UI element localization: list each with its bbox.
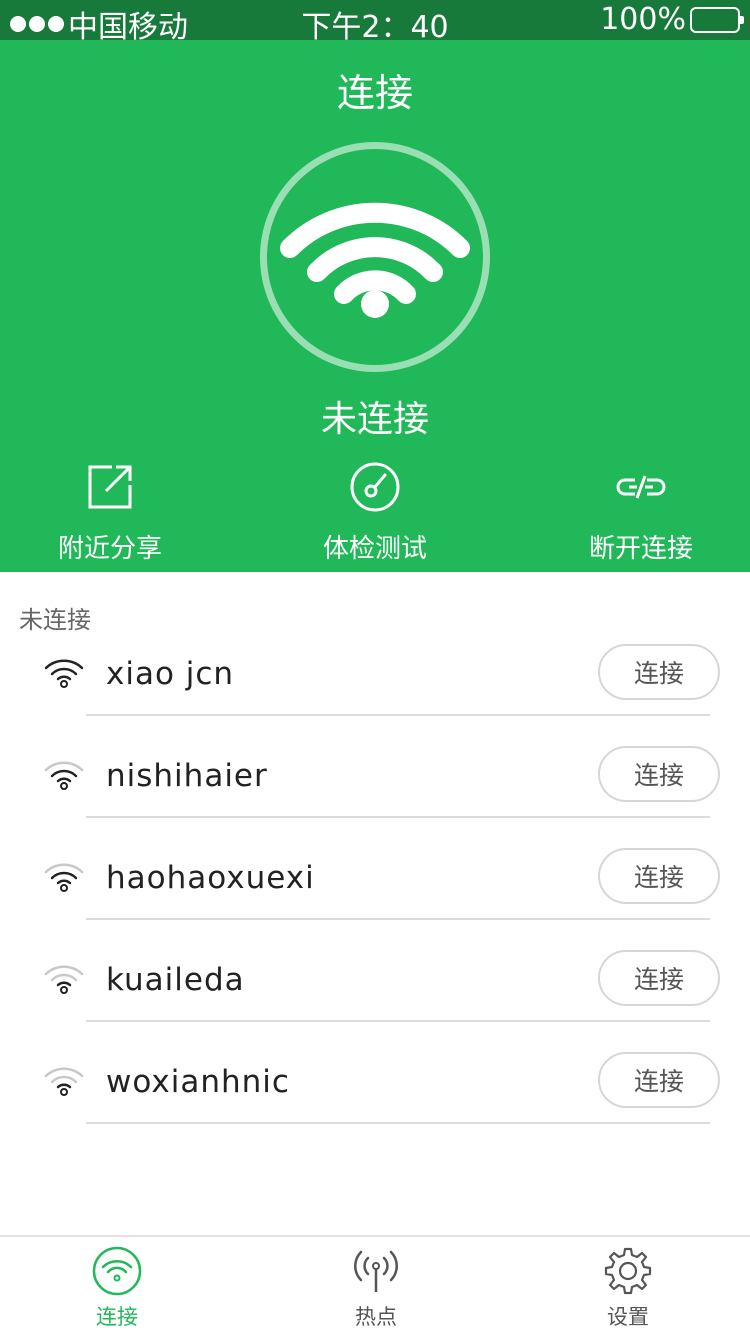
health-check-label: 体检测试	[322, 534, 427, 564]
tab-hotspot[interactable]: 热点	[306, 1245, 446, 1331]
battery-percent: 100%	[600, 2, 686, 37]
connection-header: 连接 未连接 附近分享 体检测试 断开连接	[0, 40, 750, 572]
connect-button[interactable]: 连接	[598, 950, 720, 1006]
wifi-signal-icon	[44, 659, 84, 688]
disconnect-button[interactable]: 断开连接	[531, 460, 750, 565]
wifi-status-ring[interactable]	[260, 142, 490, 372]
wifi-network-list: xiao jcn 连接 nishihaier 连接 haohaoxuexi 连接	[0, 642, 750, 1152]
tab-settings-label: 设置	[607, 1305, 649, 1329]
nearby-share-label: 附近分享	[57, 534, 162, 564]
status-bar: 中国移动 下午2：40 100%	[0, 0, 750, 45]
wifi-signal-icon	[44, 1067, 84, 1096]
tab-hotspot-label: 热点	[355, 1305, 397, 1329]
connect-button[interactable]: 连接	[598, 644, 720, 700]
wifi-signal-icon	[44, 965, 84, 994]
bottom-tab-bar: 连接 热点 设置	[0, 1235, 750, 1334]
section-label: 未连接	[19, 606, 91, 634]
page-title: 连接	[336, 71, 413, 115]
wifi-ssid: nishihaier	[106, 758, 268, 794]
wifi-list-item[interactable]: kuaileda 连接	[0, 948, 750, 1050]
battery-indicator: 100%	[600, 2, 744, 37]
wifi-signal-icon	[44, 863, 84, 892]
tab-connect[interactable]: 连接	[47, 1245, 187, 1331]
wifi-list-item[interactable]: woxianhnic 连接	[0, 1050, 750, 1152]
nearby-share-button[interactable]: 附近分享	[0, 460, 220, 565]
wifi-list-item[interactable]: xiao jcn 连接	[0, 642, 750, 744]
large-wifi-icon	[280, 202, 470, 318]
wifi-icon	[92, 1246, 142, 1296]
wifi-ssid: xiao jcn	[106, 656, 235, 692]
unlink-icon	[616, 475, 666, 499]
wifi-ssid: haohaoxuexi	[106, 860, 315, 896]
row-divider	[86, 1020, 710, 1022]
connect-button[interactable]: 连接	[598, 848, 720, 904]
share-icon	[88, 465, 132, 509]
gear-icon	[604, 1247, 652, 1295]
row-divider	[86, 1122, 710, 1124]
hotspot-icon	[354, 1250, 398, 1292]
speedometer-icon	[350, 462, 400, 512]
row-divider	[86, 714, 710, 716]
row-divider	[86, 816, 710, 818]
tab-connect-label: 连接	[96, 1305, 138, 1329]
health-check-button[interactable]: 体检测试	[265, 460, 485, 565]
tab-settings[interactable]: 设置	[558, 1245, 698, 1331]
wifi-list-item[interactable]: nishihaier 连接	[0, 744, 750, 846]
connect-button[interactable]: 连接	[598, 1052, 720, 1108]
connection-status-text: 未连接	[320, 399, 429, 440]
disconnect-label: 断开连接	[588, 534, 693, 564]
wifi-list-item[interactable]: haohaoxuexi 连接	[0, 846, 750, 948]
wifi-signal-icon	[44, 761, 84, 790]
wifi-ssid: woxianhnic	[106, 1064, 290, 1100]
wifi-ssid: kuaileda	[106, 962, 245, 998]
battery-icon	[690, 6, 744, 33]
connect-button[interactable]: 连接	[598, 746, 720, 802]
row-divider	[86, 918, 710, 920]
